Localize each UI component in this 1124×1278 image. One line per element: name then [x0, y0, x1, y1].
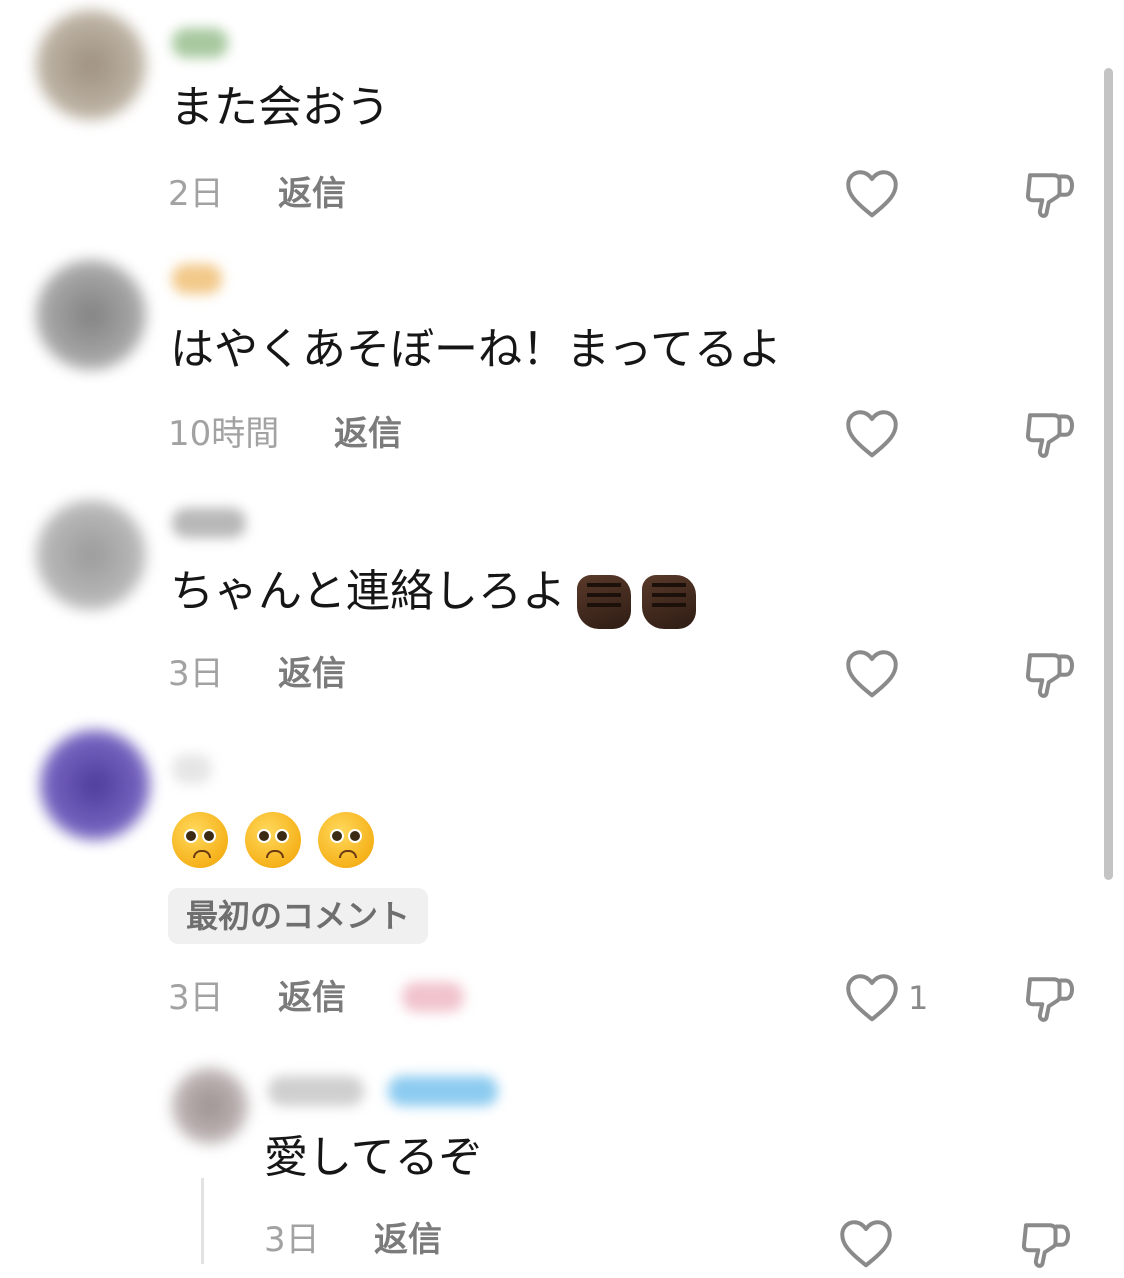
username[interactable] [268, 1076, 364, 1106]
heart-outline-icon[interactable] [842, 164, 902, 224]
comment-time: 3日 [168, 978, 224, 1018]
username[interactable] [172, 264, 222, 294]
avatar[interactable] [172, 1068, 248, 1144]
comment-item: はやくあそぼーね！まってるよ 10時間 返信 [0, 240, 1100, 480]
thumbs-down-icon[interactable] [1020, 644, 1080, 704]
comment-time: 3日 [264, 1220, 320, 1260]
reply-button[interactable]: 返信 [334, 412, 402, 456]
fist-emoji-icon [577, 574, 632, 629]
pleading-face-emoji-icon [245, 812, 302, 868]
reply-to-username[interactable] [388, 1076, 498, 1106]
comment-emoji-row [172, 812, 386, 868]
comment-text: ちゃんと連絡しろよ [170, 566, 566, 617]
fist-emoji-icon [642, 574, 697, 629]
comment-text-row: ちゃんと連絡しろよ [170, 564, 697, 629]
avatar[interactable] [40, 730, 150, 840]
comment-item: 最初のコメント 3日 返信 1 [0, 720, 1100, 1050]
avatar[interactable] [36, 260, 146, 370]
thumbs-down-icon[interactable] [1020, 164, 1080, 224]
heart-outline-icon[interactable] [842, 968, 902, 1028]
pleading-face-emoji-icon [172, 812, 228, 868]
reply-comment-item: 愛してるぞ 3日 返信 [0, 1050, 1100, 1268]
reply-button[interactable]: 返信 [278, 976, 346, 1020]
avatar[interactable] [36, 10, 146, 120]
comment-item: ちゃんと連絡しろよ 3日 返信 [0, 480, 1100, 720]
comment-text: また会おう [170, 82, 390, 133]
reply-button[interactable]: 返信 [278, 172, 346, 216]
first-comment-badge: 最初のコメント [168, 888, 429, 944]
thumbs-down-icon[interactable] [1020, 968, 1080, 1028]
comment-time: 3日 [168, 654, 224, 694]
scrollbar[interactable] [1104, 68, 1113, 880]
avatar[interactable] [36, 500, 146, 610]
reply-button[interactable]: 返信 [374, 1218, 442, 1262]
heart-outline-icon[interactable] [842, 404, 902, 464]
comment-time: 10時間 [168, 414, 280, 454]
heart-outline-icon[interactable] [842, 644, 902, 704]
comment-item: また会おう 2日 返信 [0, 0, 1100, 240]
creator-liked-avatar [402, 982, 464, 1012]
heart-outline-icon[interactable] [836, 1214, 896, 1274]
reply-button[interactable]: 返信 [278, 652, 346, 696]
thumbs-down-icon[interactable] [1020, 404, 1080, 464]
like-count: 1 [908, 979, 929, 1017]
comment-text: はやくあそぼーね！まってるよ [170, 324, 783, 375]
username[interactable] [172, 28, 228, 58]
comment-time: 2日 [168, 174, 224, 214]
thumbs-down-icon[interactable] [1016, 1214, 1076, 1274]
comment-text: 愛してるぞ [264, 1132, 483, 1183]
username[interactable] [172, 508, 246, 538]
pleading-face-emoji-icon [318, 812, 375, 868]
username[interactable] [172, 754, 212, 784]
